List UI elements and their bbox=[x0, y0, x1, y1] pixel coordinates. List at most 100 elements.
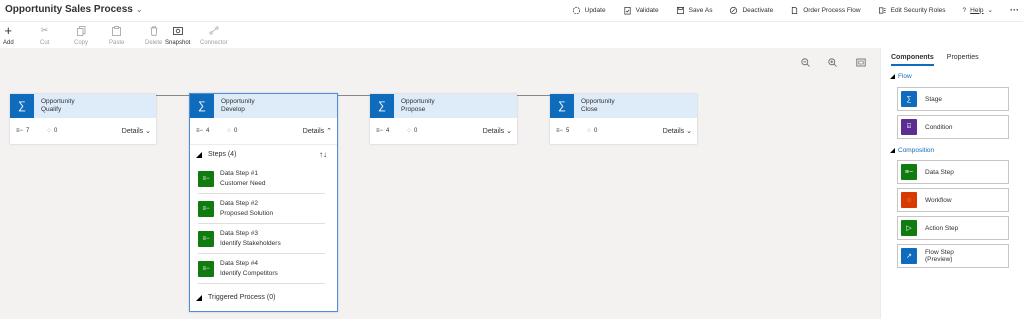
stage-footer: ≡− 7 ◌ 0 Details ⌄ bbox=[10, 118, 156, 144]
stage-entity: Opportunity bbox=[221, 98, 255, 105]
snapshot-label: Snapshot bbox=[165, 40, 191, 46]
camera-icon bbox=[172, 25, 183, 36]
stage-name: Qualify bbox=[41, 106, 62, 113]
collapse-triangle-icon[interactable] bbox=[196, 151, 202, 158]
stage-title: Opportunity Develop bbox=[221, 98, 255, 114]
condition-icon: ⍇ bbox=[901, 119, 917, 135]
step-count: ≡− 7 bbox=[16, 128, 29, 134]
stage-title: Opportunity Qualify bbox=[41, 98, 75, 114]
plus-icon: + bbox=[4, 23, 13, 38]
delete-label: Delete bbox=[145, 40, 163, 46]
stage-title: Opportunity Close bbox=[581, 98, 615, 114]
components-panel: Components Properties Flow ∑ Stage ⍇ Con… bbox=[880, 48, 1023, 319]
component-label: Condition bbox=[925, 123, 953, 131]
component-stage[interactable]: ∑ Stage bbox=[897, 87, 1009, 111]
stage-card-propose[interactable]: ∑ Opportunity Propose ≡− 4 ◌ 0 Details ⌄ bbox=[370, 94, 517, 144]
component-label: Stage bbox=[925, 95, 942, 103]
component-condition[interactable]: ⍇ Condition bbox=[897, 115, 1009, 139]
validate-label: Validate bbox=[635, 6, 659, 14]
details-toggle[interactable]: Details ⌄ bbox=[122, 127, 151, 135]
help-button[interactable]: ? Help ⌄ bbox=[963, 6, 993, 15]
stage-connector bbox=[156, 95, 189, 96]
triggered-process-header[interactable]: Triggered Process (0) bbox=[196, 284, 331, 311]
process-title[interactable]: Opportunity Sales Process ⌄ bbox=[5, 4, 143, 15]
stage-icon: ∑ bbox=[190, 94, 214, 118]
step-count: ≡− 4 bbox=[196, 128, 209, 134]
step-item[interactable]: ≡− Data Step #4 Identify Competitors bbox=[198, 254, 325, 284]
process-title-text: Opportunity Sales Process bbox=[5, 4, 133, 15]
step-item[interactable]: ≡− Data Step #2 Proposed Solution bbox=[198, 194, 325, 224]
stage-card-close[interactable]: ∑ Opportunity Close ≡− 5 ◌ 0 Details ⌄ bbox=[550, 94, 697, 144]
collapse-triangle-icon[interactable] bbox=[196, 294, 202, 301]
edit-security-roles-label: Edit Security Roles bbox=[890, 6, 946, 14]
update-button[interactable]: Update bbox=[572, 6, 606, 15]
data-step-icon: ≡− bbox=[198, 170, 214, 187]
stage-card-develop[interactable]: ∑ Opportunity Develop ≡− 4 ◌ 0 Details ⌃ S… bbox=[189, 93, 338, 312]
tab-properties[interactable]: Properties bbox=[947, 54, 979, 66]
details-toggle[interactable]: Details ⌃ bbox=[303, 127, 332, 135]
workflow-icon: ◌ bbox=[47, 128, 51, 134]
cut-button[interactable]: ✂ Cut bbox=[40, 25, 49, 46]
connector-icon bbox=[209, 25, 219, 36]
paste-label: Paste bbox=[109, 40, 125, 46]
validate-button[interactable]: Validate bbox=[623, 6, 659, 15]
order-process-flow-button[interactable]: Order Process Flow bbox=[790, 6, 861, 15]
stage-header: ∑ Opportunity Close bbox=[550, 94, 697, 118]
composition-section-header[interactable]: Composition bbox=[890, 147, 934, 154]
component-flow-step[interactable]: ↗ Flow Step (Preview) bbox=[897, 244, 1009, 268]
data-step-icon: ≡− bbox=[198, 260, 214, 277]
step-title: Data Step #2 bbox=[220, 199, 258, 207]
stage-icon: ∑ bbox=[901, 91, 917, 107]
composition-section-label: Composition bbox=[898, 147, 935, 154]
stage-entity: Opportunity bbox=[581, 98, 615, 105]
add-button[interactable]: + Add bbox=[3, 23, 14, 46]
flow-section-header[interactable]: Flow bbox=[890, 73, 912, 80]
connector-button[interactable]: Connector bbox=[200, 25, 228, 46]
stage-card-qualify[interactable]: ∑ Opportunity Qualify ≡− 7 ◌ 0 Details ⌄ bbox=[10, 94, 156, 144]
sort-icon[interactable]: ↑↓ bbox=[319, 150, 327, 159]
fit-to-screen-icon[interactable] bbox=[856, 58, 866, 69]
trash-icon bbox=[150, 25, 158, 36]
snapshot-button[interactable]: Snapshot bbox=[165, 25, 190, 46]
component-label: Workflow bbox=[925, 196, 952, 204]
tab-components[interactable]: Components bbox=[891, 54, 934, 66]
help-label: Help bbox=[970, 6, 984, 14]
document-icon bbox=[792, 6, 798, 14]
zoom-in-icon[interactable] bbox=[828, 58, 837, 69]
more-commands-button[interactable]: ··· bbox=[1010, 5, 1019, 15]
step-text: Data Step #4 Identify Competitors bbox=[220, 259, 278, 279]
save-as-button[interactable]: Save As bbox=[676, 6, 712, 15]
security-roles-icon bbox=[878, 6, 886, 14]
step-count-value: 4 bbox=[206, 128, 210, 134]
step-field: Proposed Solution bbox=[220, 209, 274, 217]
details-toggle[interactable]: Details ⌄ bbox=[663, 127, 692, 135]
delete-button[interactable]: Delete bbox=[145, 25, 162, 46]
copy-button[interactable]: Copy bbox=[74, 25, 88, 46]
details-toggle[interactable]: Details ⌄ bbox=[483, 127, 512, 135]
component-data-step[interactable]: ≡− Data Step bbox=[897, 160, 1009, 184]
component-action-step[interactable]: ▷ Action Step bbox=[897, 216, 1009, 240]
workflow-count-value: 0 bbox=[53, 128, 58, 134]
collapse-triangle-icon bbox=[890, 74, 895, 79]
edit-security-roles-button[interactable]: Edit Security Roles bbox=[878, 6, 946, 15]
zoom-out-icon[interactable] bbox=[801, 58, 810, 69]
refresh-icon bbox=[572, 6, 580, 14]
workflow-count-value: 0 bbox=[593, 128, 598, 134]
paste-button[interactable]: Paste bbox=[109, 25, 124, 46]
step-text: Data Step #2 Proposed Solution bbox=[220, 199, 273, 219]
stage-footer: ≡− 4 ◌ 0 Details ⌃ bbox=[190, 118, 337, 144]
chevron-down-icon[interactable]: ⌄ bbox=[136, 5, 143, 14]
steps-header[interactable]: Steps (4) ↑↓ bbox=[196, 145, 331, 164]
designer-canvas[interactable]: ∑ Opportunity Qualify ≡− 7 ◌ 0 Details ⌄ ∑… bbox=[0, 48, 880, 319]
chevron-down-icon: ⌄ bbox=[686, 128, 692, 135]
stage-entity: Opportunity bbox=[401, 98, 435, 105]
step-item[interactable]: ≡− Data Step #3 Identify Stakeholders bbox=[198, 224, 325, 254]
step-item[interactable]: ≡− Data Step #1 Customer Need bbox=[198, 164, 325, 194]
workflow-count: ◌ 0 bbox=[407, 128, 417, 134]
deactivate-button[interactable]: Deactivate bbox=[729, 6, 773, 15]
component-workflow[interactable]: ◌ Workflow bbox=[897, 188, 1009, 212]
steps-icon: ≡− bbox=[196, 128, 204, 134]
collapse-triangle-icon bbox=[890, 148, 895, 153]
stage-title: Opportunity Propose bbox=[401, 98, 435, 114]
update-label: Update bbox=[584, 6, 606, 14]
